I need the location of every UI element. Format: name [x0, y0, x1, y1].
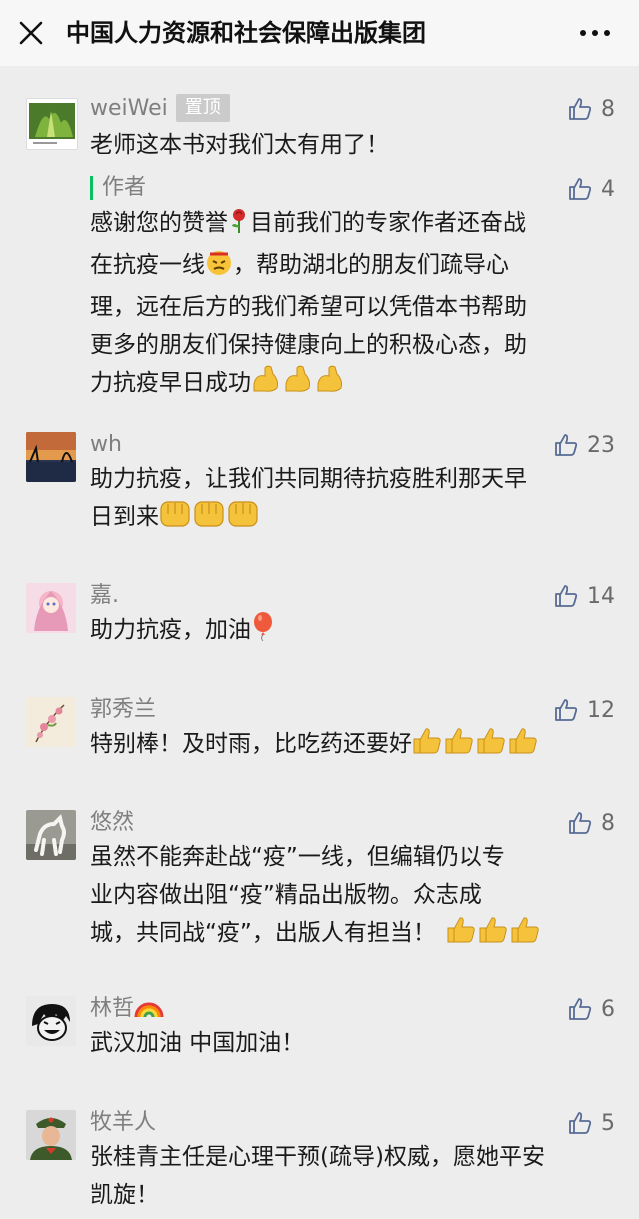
- like-count: 23: [587, 432, 615, 458]
- avatar-image: [26, 1110, 76, 1160]
- avatar: [26, 1110, 76, 1160]
- close-button[interactable]: [14, 16, 48, 50]
- comment-nickname: 林哲: [90, 994, 164, 1028]
- more-icon: [580, 30, 610, 36]
- comment-text: 虽然不能奔赴战“疫”一线，但编辑仍以专 业内容做出阻“疫”精品出版物。众志成 城…: [90, 838, 620, 956]
- author-reply-label: 作者: [90, 176, 146, 200]
- thumbs-up-icon: [555, 585, 578, 607]
- avatar: [26, 432, 76, 482]
- pinned-badge: 置顶: [175, 94, 230, 122]
- avatar-image: [26, 583, 76, 633]
- comment-nickname: 郭秀兰: [90, 697, 157, 722]
- like-count: 8: [601, 810, 615, 836]
- comment-text: 助力抗疫，加油: [90, 611, 610, 653]
- comment-nickname: weiWei 置顶: [90, 94, 230, 124]
- thumbs-up-icon: [569, 178, 592, 200]
- avatar: [26, 697, 76, 747]
- page-title: 中国人力资源和社会保障出版集团: [66, 19, 426, 47]
- rose-emoji: [228, 208, 250, 246]
- comment-item: 嘉. 14 助力抗疫，加油: [0, 571, 639, 661]
- comment-nickname: 嘉.: [90, 583, 119, 608]
- close-icon: [19, 21, 43, 45]
- like-count: 8: [601, 96, 615, 122]
- avatar: [26, 98, 78, 150]
- thumbs-up-emoji: [446, 914, 544, 956]
- comment-text: 老师这本书对我们太有用了！: [90, 132, 389, 158]
- like-button[interactable]: 14: [553, 581, 615, 611]
- thumbs-up-icon: [569, 998, 592, 1020]
- thumbs-up-icon: [555, 434, 578, 456]
- avatar: [26, 583, 76, 633]
- like-count: 5: [601, 1110, 615, 1136]
- avatar-image: [26, 810, 76, 860]
- like-button[interactable]: 6: [567, 994, 615, 1024]
- like-count: 4: [601, 176, 615, 202]
- reply-like-button[interactable]: 4: [567, 174, 615, 204]
- comment-text: 武汉加油 中国加油！: [90, 1030, 305, 1056]
- like-button[interactable]: 5: [567, 1108, 615, 1138]
- comment-item: 林哲 6 武汉加油 中国加油！: [0, 990, 639, 1080]
- avatar-image: [26, 432, 76, 482]
- thumbs-up-emoji: [412, 725, 542, 767]
- comment-item: 郭秀兰 12 特别棒！及时雨，比吃药还要好: [0, 685, 639, 775]
- comment-item: wh 23 助力抗疫，让我们共同期待抗疫胜利那天早 日到来: [0, 420, 639, 550]
- avatar-image: [26, 996, 76, 1046]
- comment-item: 悠然 8 虽然不能奔赴战“疫”一线，但编辑仍以专 业内容做出阻“疫”精品出版物。…: [0, 798, 639, 968]
- comment-nickname: wh: [90, 432, 122, 457]
- flexed-biceps-emoji: [251, 364, 347, 406]
- like-count: 12: [587, 697, 615, 723]
- thumbs-up-icon: [569, 1112, 592, 1134]
- thumbs-up-icon: [569, 98, 592, 120]
- like-button[interactable]: 8: [567, 808, 615, 838]
- comment-text: 特别棒！及时雨，比吃药还要好: [90, 725, 630, 767]
- raised-fist-emoji: [159, 498, 261, 540]
- avatar-image: [29, 103, 75, 144]
- like-button[interactable]: 8: [567, 94, 615, 124]
- thumbs-up-icon: [555, 699, 578, 721]
- more-button[interactable]: [572, 16, 618, 50]
- like-button[interactable]: 12: [553, 695, 615, 725]
- avatar: [26, 810, 76, 860]
- angry-emoji: [205, 248, 233, 288]
- comment-text: 助力抗疫，让我们共同期待抗疫胜利那天早 日到来: [90, 460, 620, 540]
- avatar: [26, 996, 76, 1046]
- author-reply-text: 感谢您的赞誉 目前我们的专家作者还奋战 在抗疫一线 ，帮助湖北的朋友们疏导心 理，远…: [90, 204, 620, 406]
- thumbs-up-icon: [569, 812, 592, 834]
- comment-item: 牧羊人 5 张桂青主任是心理干预(疏导)权威，愿她平安 凯旋！: [0, 1104, 639, 1219]
- like-button[interactable]: 23: [553, 430, 615, 460]
- comment-text: 张桂青主任是心理干预(疏导)权威，愿她平安 凯旋！: [90, 1144, 545, 1208]
- comment-nickname: 牧羊人: [90, 1110, 157, 1135]
- top-bar: 中国人力资源和社会保障出版集团: [0, 0, 639, 66]
- comment-nickname: 悠然: [90, 810, 135, 835]
- avatar-image: [26, 697, 76, 747]
- comment-item: weiWei 置顶 8 老师这本书对我们太有用了！ 作者 4 感谢您的赞誉 目前我们…: [0, 66, 639, 396]
- like-count: 14: [587, 583, 615, 609]
- balloon-emoji: [251, 611, 275, 653]
- like-count: 6: [601, 996, 615, 1022]
